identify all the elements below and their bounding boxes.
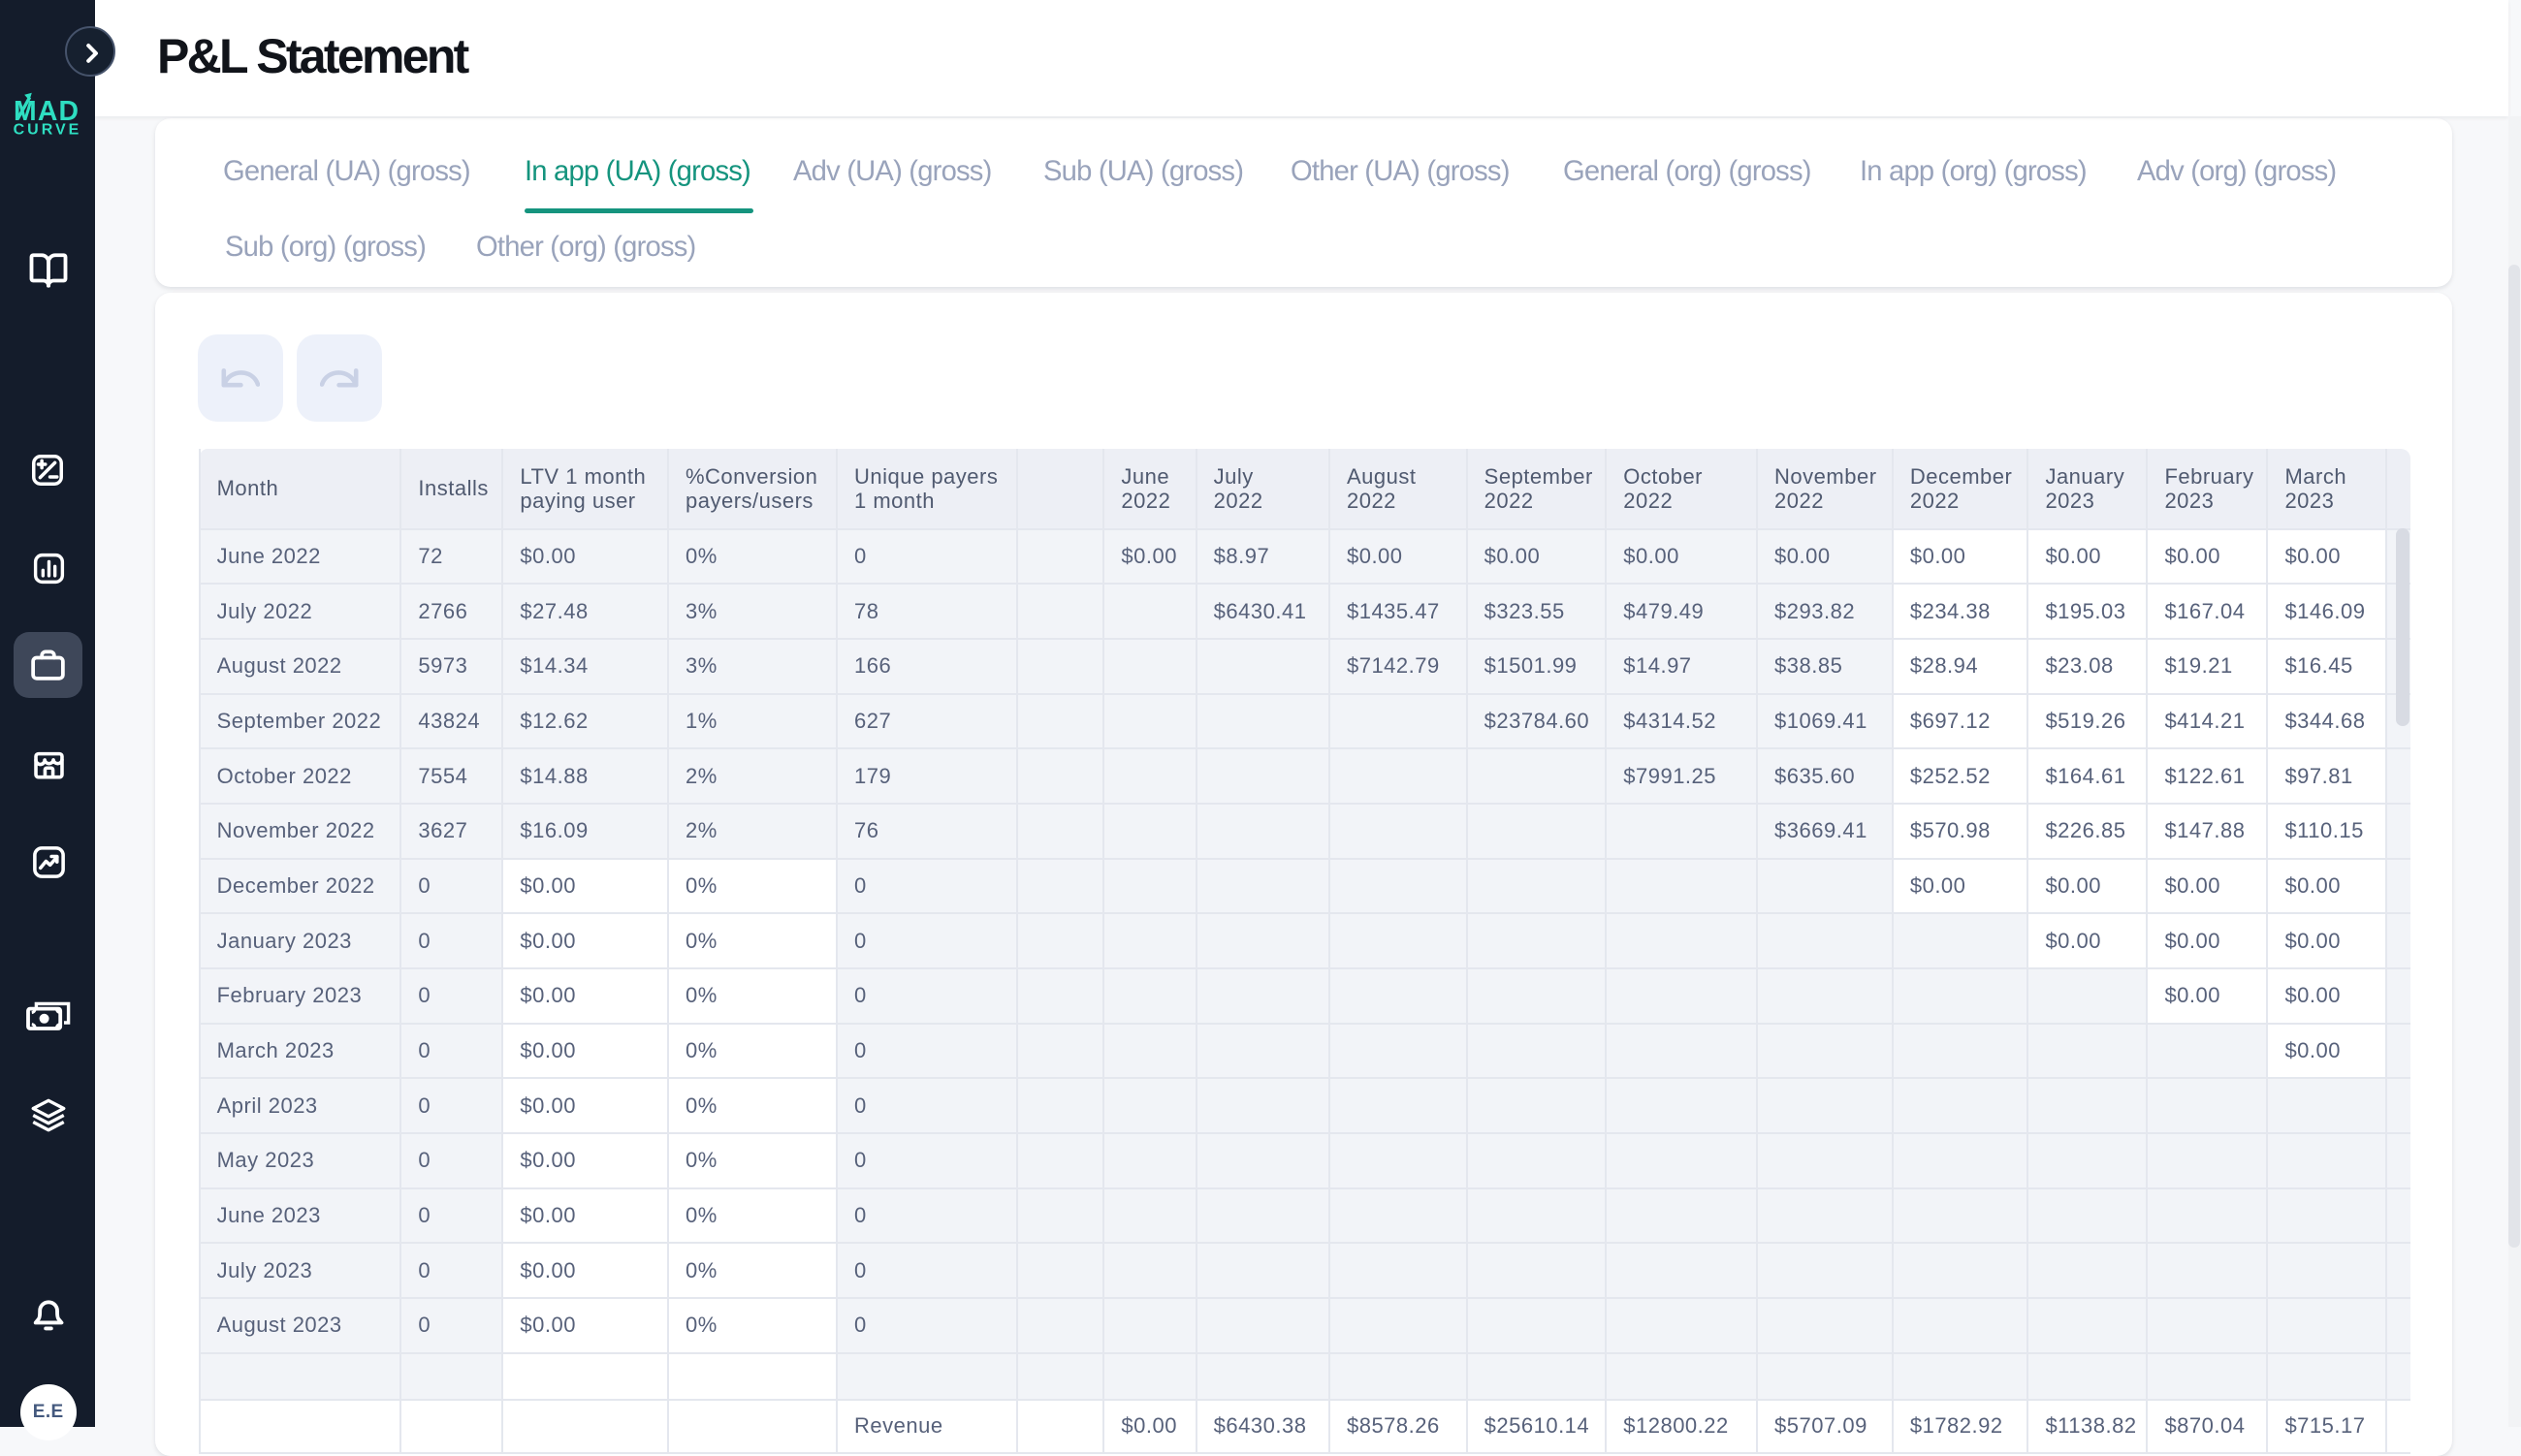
svg-text:CURVE: CURVE	[14, 121, 82, 138]
